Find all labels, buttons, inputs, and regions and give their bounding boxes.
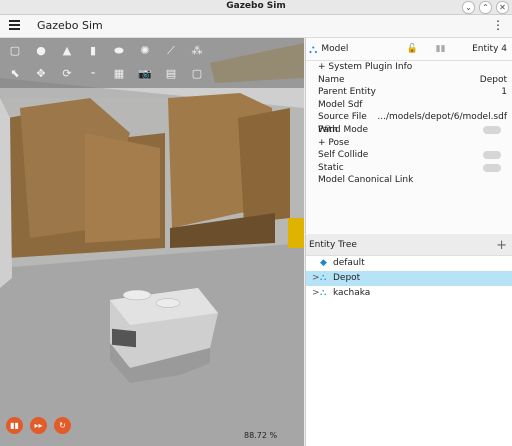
cone-shape-icon[interactable]: ▲ [54, 40, 80, 62]
add-entity-icon[interactable]: + [496, 238, 507, 253]
lock-icon[interactable]: 🔓 [406, 44, 417, 54]
tree-item-label: kachaka [333, 288, 371, 298]
row-label: + System Plugin Info [318, 62, 413, 72]
model-icon: ⛬ [320, 273, 327, 283]
app-name: Gazebo Sim [37, 19, 103, 32]
capsule-shape-icon[interactable]: ⬬ [106, 40, 132, 62]
close-icon[interactable]: ✕ [496, 1, 509, 14]
scene-render [0, 38, 304, 446]
inspector-row: Static [306, 162, 512, 175]
expand-icon[interactable]: > [312, 271, 320, 286]
select-arrow-icon[interactable]: ⬉ [2, 63, 28, 85]
expand-icon[interactable]: > [312, 286, 320, 301]
grid-icon[interactable]: ▦ [106, 63, 132, 85]
tree-item-default[interactable]: ◆ default [306, 256, 512, 271]
inspector-row[interactable]: + Pose [306, 137, 512, 150]
pause-icon[interactable]: ▮▮ [436, 44, 446, 54]
row-value: 1 [501, 87, 507, 98]
point-light-icon[interactable]: ✺ [132, 40, 158, 62]
pause-button[interactable]: ▮▮ [6, 417, 23, 434]
3d-scene-view[interactable]: ▢ ● ▲ ▮ ⬬ ✺ ⟋ ⁂ ⬉ ✥ ⟳ ⁃ ▦ 📷 ▤ ▢ ▮▮ ▸▸ ↻ … [0, 38, 304, 446]
model-icon: ⛬ [320, 288, 327, 298]
inspector-row: Name Depot [306, 74, 512, 87]
tree-item-kachaka[interactable]: > ⛬ kachaka [306, 286, 512, 301]
row-label: Static [318, 162, 344, 173]
paste-icon[interactable]: ▢ [184, 63, 210, 85]
inspector-row: Model Sdf [306, 99, 512, 112]
entity-id: Entity 4 [472, 44, 507, 54]
cylinder-shape-icon[interactable]: ▮ [80, 40, 106, 62]
tree-item-label: default [333, 258, 365, 268]
self-collide-toggle[interactable] [483, 151, 501, 160]
inspector-row: Wind Mode [306, 124, 512, 137]
entity-tree-title: Entity Tree [309, 240, 357, 250]
static-toggle[interactable] [483, 163, 501, 172]
spot-light-icon[interactable]: ⁂ [184, 40, 210, 62]
row-value: Depot [479, 74, 507, 85]
inspector-row: Parent Entity 1 [306, 86, 512, 99]
zoom-level: 88.72 % [244, 431, 278, 440]
inspector-row[interactable]: + System Plugin Info [306, 61, 512, 74]
scene-toolbar: ▢ ● ▲ ▮ ⬬ ✺ ⟋ ⁂ ⬉ ✥ ⟳ ⁃ ▦ 📷 ▤ ▢ [0, 38, 304, 88]
box-shape-icon[interactable]: ▢ [2, 40, 28, 62]
row-label: Source File Path [318, 112, 367, 135]
row-label: Wind Mode [318, 124, 369, 135]
tree-item-label: Depot [333, 273, 361, 283]
row-label: Model Canonical Link [318, 175, 414, 186]
hamburger-icon[interactable] [9, 20, 20, 30]
inspector-row: Source File Path .../models/depot/6/model… [306, 111, 512, 135]
copy-icon[interactable]: ▤ [158, 63, 184, 85]
row-label: Parent Entity [318, 87, 376, 98]
sphere-shape-icon[interactable]: ● [28, 40, 54, 62]
window-titlebar: Gazebo Sim ⌄ ⌃ ✕ [0, 0, 512, 15]
wind-mode-toggle[interactable] [483, 125, 501, 134]
maximize-icon[interactable]: ⌃ [479, 1, 492, 14]
directional-light-icon[interactable]: ⟋ [158, 40, 184, 62]
row-label: + Pose [318, 137, 350, 148]
snap-icon[interactable]: ⁃ [80, 63, 106, 85]
world-icon: ◆ [320, 258, 327, 268]
row-label: Model Sdf [318, 99, 363, 110]
minimize-icon[interactable]: ⌄ [462, 1, 475, 14]
tree-item-depot[interactable]: > ⛬ Depot [306, 271, 512, 286]
rotate-icon[interactable]: ⟳ [54, 63, 80, 85]
app-bar: Gazebo Sim ⋮ [0, 15, 512, 38]
kebab-icon[interactable]: ⋮ [492, 19, 504, 31]
row-label: Self Collide [318, 150, 369, 161]
inspector-title: Model [321, 44, 349, 54]
screenshot-icon[interactable]: 📷 [132, 63, 158, 85]
inspector-row: Model Canonical Link [306, 174, 512, 187]
inspector-row: Self Collide [306, 149, 512, 162]
row-value: .../models/depot/6/model.sdf [377, 112, 507, 123]
window-title: Gazebo Sim [226, 1, 286, 11]
reset-button[interactable]: ↻ [54, 417, 71, 434]
row-label: Name [318, 74, 345, 85]
step-button[interactable]: ▸▸ [30, 417, 47, 434]
component-inspector: ⛬ Model 🔓 ▮▮ Entity 4 + System Plugin In… [305, 38, 512, 234]
translate-icon[interactable]: ✥ [28, 63, 54, 85]
model-icon: ⛬ [309, 41, 318, 56]
entity-tree-panel: Entity Tree + ◆ default > ⛬ Depot > ⛬ ka… [305, 235, 512, 446]
